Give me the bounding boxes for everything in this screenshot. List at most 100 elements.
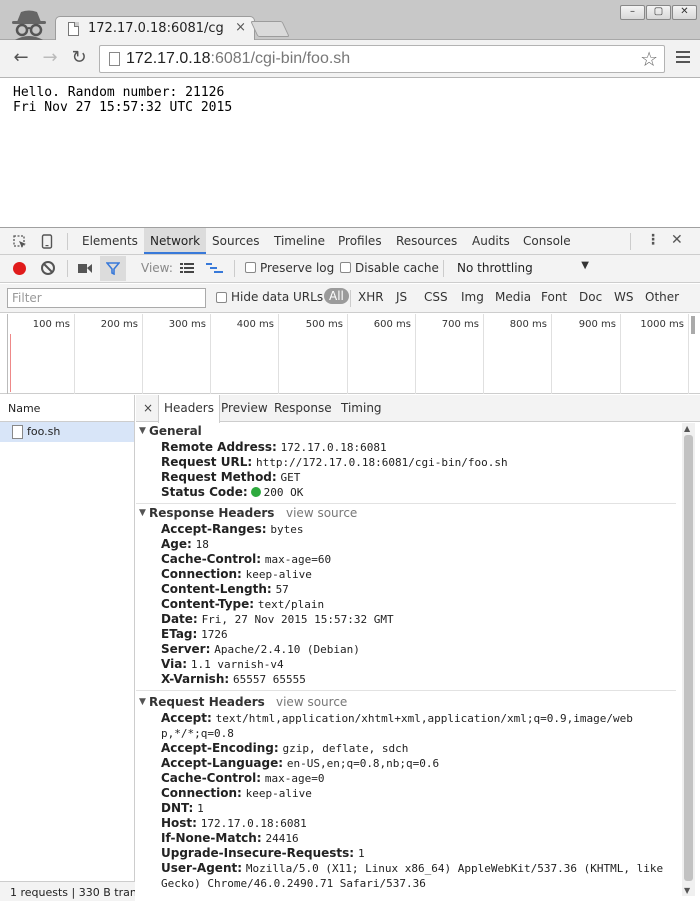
capture-screenshots-icon[interactable] (78, 263, 92, 274)
scroll-up-icon[interactable]: ▲ (684, 424, 690, 433)
throttling-select[interactable]: No throttling ▼ (451, 259, 591, 278)
header-key: Upgrade-Insecure-Requests: (161, 846, 355, 860)
new-tab-button[interactable] (250, 21, 290, 37)
tick-label: 100 ms (32, 319, 70, 330)
tab-audits[interactable]: Audits (466, 228, 516, 254)
disable-cache-checkbox[interactable] (340, 262, 351, 273)
header-key: Accept-Encoding: (161, 741, 279, 755)
general-section-toggle[interactable]: General (136, 423, 682, 440)
header-value: p,*/*;q=0.8 (161, 727, 234, 740)
timeline-overview[interactable]: 100 ms 200 ms 300 ms 400 ms 500 ms 600 m… (0, 314, 700, 394)
header-value: 200 OK (263, 486, 304, 499)
hide-data-urls-checkbox[interactable] (216, 292, 227, 303)
header-row: Request Method: GET (161, 470, 300, 485)
bookmark-star-icon[interactable]: ☆ (640, 47, 658, 71)
address-bar[interactable]: 172.17.0.18:6081/cgi-bin/foo.sh ☆ (99, 45, 665, 73)
filter-type-media[interactable]: Media (495, 290, 531, 304)
filter-type-js[interactable]: JS (396, 290, 407, 304)
reload-icon[interactable]: ↻ (67, 47, 91, 71)
incognito-icon (12, 10, 46, 40)
header-value: keep-alive (245, 568, 312, 581)
overview-waterfall-icon[interactable] (206, 263, 223, 275)
request-detail: × Headers Preview Response Timing Genera… (136, 395, 700, 901)
filter-type-other[interactable]: Other (645, 290, 679, 304)
page-info-icon[interactable] (109, 52, 120, 66)
filter-toggle-button[interactable] (100, 256, 126, 281)
timeline-tick: 900 ms (552, 314, 621, 394)
filter-type-all[interactable]: All (324, 288, 349, 304)
clear-icon[interactable] (41, 261, 55, 275)
large-rows-icon[interactable] (180, 263, 194, 274)
address-url[interactable]: 172.17.0.18:6081/cgi-bin/foo.sh (126, 50, 350, 68)
header-key: Cache-Control: (161, 771, 262, 785)
more-options-icon[interactable]: ⋮ (646, 232, 660, 248)
filter-input[interactable]: Filter (7, 288, 206, 308)
tab-console[interactable]: Console (517, 228, 577, 254)
header-value: Apache/2.4.10 (Debian) (214, 643, 360, 656)
browser-tab[interactable]: 172.17.0.18:6081/cgi-bin/foo.sh × (55, 16, 255, 41)
scroll-down-icon[interactable]: ▼ (684, 886, 690, 895)
header-row: Connection: keep-alive (161, 786, 312, 801)
tab-profiles[interactable]: Profiles (332, 228, 388, 254)
minimize-button[interactable]: – (620, 5, 645, 20)
name-column-header[interactable]: Name (0, 395, 134, 422)
request-view-source-link[interactable]: view source (276, 694, 347, 711)
section-title: General (149, 424, 202, 438)
close-devtools-icon[interactable]: ✕ (671, 232, 683, 248)
forward-arrow-icon[interactable]: → (38, 47, 62, 71)
back-arrow-icon[interactable]: ← (9, 47, 33, 71)
chrome-menu-icon[interactable] (676, 49, 690, 67)
close-tab-icon[interactable]: × (235, 20, 246, 35)
header-value: 172.17.0.18:6081 (200, 817, 307, 830)
header-value: GET (280, 471, 301, 484)
tab-response[interactable]: Response (269, 395, 337, 422)
document-icon (12, 425, 23, 439)
header-key: X-Varnish: (161, 672, 230, 686)
request-headers-toggle[interactable]: Request Headers view source (136, 694, 682, 711)
response-headers-toggle[interactable]: Response Headers view source (136, 505, 682, 522)
tab-headers[interactable]: Headers (158, 395, 220, 423)
filter-type-doc[interactable]: Doc (579, 290, 602, 304)
header-key: Status Code: (161, 485, 248, 499)
timeline-tick: 400 ms (211, 314, 279, 394)
scrollbar-thumb[interactable] (684, 435, 693, 881)
tab-timeline[interactable]: Timeline (268, 228, 331, 254)
header-value: 24416 (265, 832, 299, 845)
headers-view: General Remote Address: 172.17.0.18:6081… (136, 423, 682, 901)
record-button[interactable] (13, 262, 26, 275)
header-key: Request Method: (161, 470, 277, 484)
tab-timing[interactable]: Timing (336, 395, 387, 422)
tab-sources[interactable]: Sources (206, 228, 265, 254)
header-key: Host: (161, 816, 197, 830)
header-value: text/plain (257, 598, 325, 611)
timeline-scroll-handle[interactable] (691, 316, 695, 334)
header-row-continued: Gecko) Chrome/46.0.2490.71 Safari/537.36 (161, 876, 426, 891)
response-view-source-link[interactable]: view source (286, 505, 357, 522)
request-row[interactable]: foo.sh (0, 422, 134, 442)
header-row: User-Agent: Mozilla/5.0 (X11; Linux x86_… (161, 861, 663, 876)
preserve-log-checkbox[interactable] (245, 262, 256, 273)
header-key: Connection: (161, 786, 242, 800)
header-row: Content-Length: 57 (161, 582, 289, 597)
header-row: Cache-Control: max-age=60 (161, 552, 331, 567)
tab-elements[interactable]: Elements (76, 228, 144, 254)
separator (630, 233, 631, 250)
inspect-element-icon[interactable] (13, 235, 27, 249)
timeline-tick: 1000 ms (621, 314, 689, 394)
header-row-continued: p,*/*;q=0.8 (161, 726, 234, 741)
filter-type-ws[interactable]: WS (614, 290, 633, 304)
filter-type-img[interactable]: Img (461, 290, 484, 304)
maximize-button[interactable]: ▢ (646, 5, 671, 20)
filter-type-xhr[interactable]: XHR (358, 290, 384, 304)
request-summary: 1 requests | 330 B transferred (0, 881, 135, 901)
tab-resources[interactable]: Resources (390, 228, 463, 254)
tab-preview[interactable]: Preview (216, 395, 273, 422)
close-detail-icon[interactable]: × (143, 401, 153, 415)
tick-label: 200 ms (100, 319, 138, 330)
filter-type-css[interactable]: CSS (424, 290, 448, 304)
headers-scrollbar[interactable]: ▲ ▼ (682, 423, 695, 896)
window-close-button[interactable]: ✕ (672, 5, 697, 20)
filter-type-font[interactable]: Font (541, 290, 567, 304)
tab-network[interactable]: Network (144, 228, 207, 254)
device-mode-icon[interactable] (41, 234, 53, 249)
